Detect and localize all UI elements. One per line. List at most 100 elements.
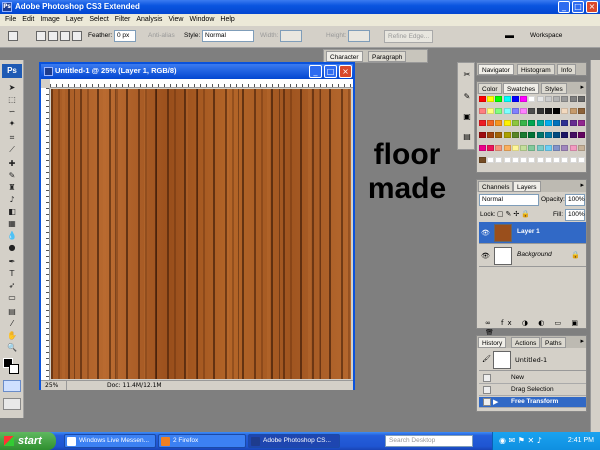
color-swatch[interactable] <box>553 132 561 139</box>
color-swatch[interactable] <box>503 120 511 127</box>
doc-close-button[interactable]: × <box>339 65 352 78</box>
hand-tool-icon[interactable]: ✋ <box>4 330 20 341</box>
path-selection-icon[interactable]: ➶ <box>4 280 20 291</box>
color-swatch[interactable] <box>561 96 569 102</box>
color-swatch[interactable] <box>577 96 585 102</box>
color-swatch[interactable] <box>536 96 544 102</box>
color-swatch[interactable] <box>553 108 561 115</box>
color-swatch[interactable] <box>479 96 486 102</box>
maximize-button[interactable]: □ <box>572 1 584 13</box>
color-swatch[interactable] <box>495 156 503 163</box>
color-swatch[interactable] <box>511 96 519 102</box>
quick-mask-icon[interactable] <box>3 380 21 392</box>
doc-minimize-button[interactable]: _ <box>309 65 322 78</box>
color-swatch[interactable] <box>569 96 577 102</box>
color-swatch[interactable] <box>495 132 503 139</box>
color-swatch[interactable] <box>553 96 561 102</box>
minimize-button[interactable]: _ <box>558 1 570 13</box>
history-snapshot[interactable]: 🖌 Untitled-1 <box>479 349 586 371</box>
history-checkbox[interactable] <box>483 374 491 382</box>
color-swatch[interactable] <box>577 144 585 151</box>
menu-view[interactable]: View <box>165 14 186 26</box>
lock-icons[interactable]: ▢ ✎ ✢ 🔒 <box>497 210 530 218</box>
color-swatch[interactable] <box>511 144 519 151</box>
pen-tool-icon[interactable]: ✒ <box>4 256 20 267</box>
color-swatch[interactable] <box>577 120 585 127</box>
color-swatch[interactable] <box>544 132 552 139</box>
color-swatch[interactable] <box>479 144 486 151</box>
eyedropper-icon[interactable]: ⁄ <box>4 318 20 329</box>
color-swatch[interactable] <box>569 120 577 127</box>
opacity-input[interactable]: 100% <box>565 194 585 206</box>
clock[interactable]: 2:41 PM <box>568 435 594 447</box>
color-swatch[interactable] <box>487 120 495 127</box>
color-swatch[interactable] <box>553 144 561 151</box>
color-swatch[interactable] <box>520 144 528 151</box>
panel-menu-icon[interactable]: ▸ <box>580 82 584 93</box>
gradient-tool-icon[interactable]: ▦ <box>4 218 20 229</box>
color-swatch[interactable] <box>561 144 569 151</box>
color-swatch[interactable] <box>479 156 486 163</box>
magic-wand-icon[interactable]: ✦ <box>4 118 20 129</box>
color-swatch[interactable] <box>536 156 544 163</box>
move-tool-icon[interactable]: ➤ <box>4 82 20 93</box>
tab-navigator[interactable]: Navigator <box>478 64 514 75</box>
document-info[interactable]: Doc: 11.4M/12.1M <box>107 381 162 390</box>
shape-tool-icon[interactable]: ▭ <box>4 292 20 303</box>
color-swatch[interactable] <box>520 156 528 163</box>
vertical-ruler[interactable] <box>41 88 50 380</box>
marquee-tool-icon[interactable] <box>8 31 18 41</box>
eye-icon[interactable]: 👁 <box>481 251 491 261</box>
color-swatch[interactable] <box>577 132 585 139</box>
tab-styles[interactable]: Styles <box>541 83 567 94</box>
color-swatch[interactable] <box>561 132 569 139</box>
marquee-tool-icon[interactable]: ⬚ <box>4 94 20 105</box>
color-swatch[interactable] <box>495 144 503 151</box>
color-swatch[interactable] <box>511 108 519 115</box>
healing-brush-icon[interactable]: ✚ <box>4 158 20 169</box>
menu-image[interactable]: Image <box>37 14 62 26</box>
panel-menu-icon[interactable]: ▸ <box>580 180 584 191</box>
blend-mode-select[interactable]: Normal <box>479 194 539 206</box>
task-messenger[interactable]: Windows Live Messen... <box>64 434 156 448</box>
subtract-selection-icon[interactable] <box>60 31 70 41</box>
layer-row-layer1[interactable]: 👁 Layer 1 <box>479 222 586 244</box>
history-item-drag-selection[interactable]: Drag Selection <box>479 385 586 396</box>
history-brush-icon[interactable]: ♪ <box>4 194 20 205</box>
history-item-free-transform[interactable]: ▶ Free Transform <box>479 397 586 408</box>
canvas-wood-texture[interactable] <box>51 89 351 379</box>
brushes-icon[interactable]: ✎ <box>461 91 473 103</box>
task-photoshop[interactable]: Adobe Photoshop CS... <box>248 434 340 448</box>
color-swatch[interactable] <box>520 96 528 102</box>
doc-maximize-button[interactable]: □ <box>324 65 337 78</box>
refine-edge-button[interactable]: Refine Edge... <box>384 30 434 43</box>
height-input[interactable] <box>348 30 370 42</box>
color-swatch[interactable] <box>528 96 536 102</box>
add-selection-icon[interactable] <box>48 31 58 41</box>
tools-preset-icon[interactable]: ✂ <box>461 69 473 81</box>
lasso-tool-icon[interactable]: ∽ <box>4 106 20 117</box>
eraser-tool-icon[interactable]: ◧ <box>4 206 20 217</box>
color-swatch[interactable] <box>487 144 495 151</box>
layers-footer-icons[interactable]: ∞ fx ◑ ◐ ▭ ▣ 🗑 <box>479 318 586 337</box>
search-desktop-input[interactable]: Search Desktop <box>385 435 473 447</box>
color-swatch[interactable] <box>536 108 544 115</box>
color-swatch[interactable] <box>577 156 585 163</box>
menu-edit[interactable]: Edit <box>19 14 37 26</box>
history-item-new[interactable]: New <box>479 373 586 384</box>
slice-tool-icon[interactable]: ⟋ <box>4 144 20 155</box>
color-swatch[interactable] <box>495 120 503 127</box>
color-swatch[interactable] <box>503 108 511 115</box>
color-swatch[interactable] <box>520 120 528 127</box>
color-swatch[interactable] <box>561 156 569 163</box>
tab-color[interactable]: Color <box>478 83 502 94</box>
color-swatch[interactable] <box>479 108 486 115</box>
tab-swatches[interactable]: Swatches <box>503 83 540 94</box>
color-swatch[interactable] <box>487 156 495 163</box>
color-swatch[interactable] <box>520 108 528 115</box>
menu-file[interactable]: File <box>2 14 19 26</box>
menu-select[interactable]: Select <box>86 14 111 26</box>
color-swatch[interactable] <box>536 120 544 127</box>
dodge-tool-icon[interactable]: ● <box>4 242 20 253</box>
menu-filter[interactable]: Filter <box>112 14 134 26</box>
